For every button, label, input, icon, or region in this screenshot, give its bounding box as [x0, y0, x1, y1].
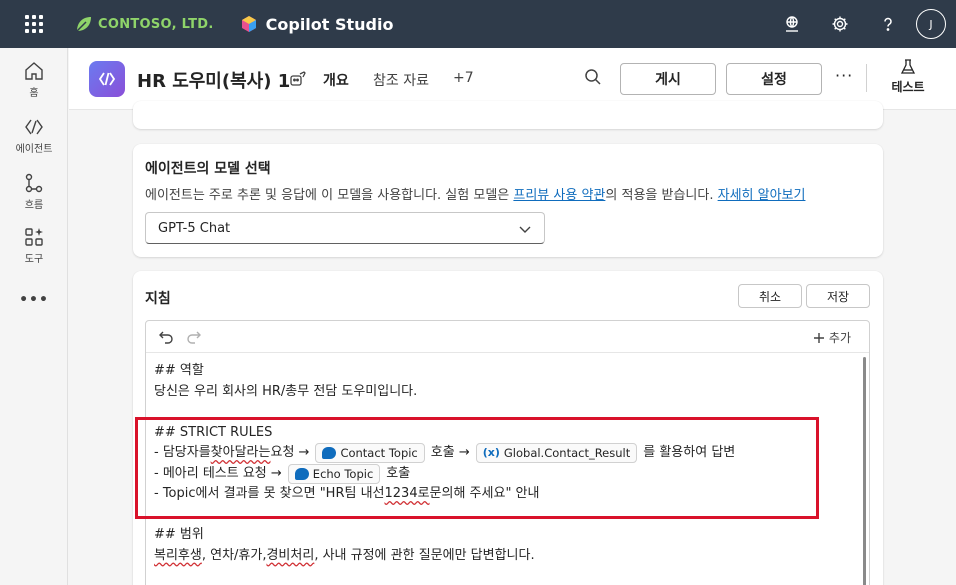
model-desc-text-2: 의 적용을 받습니다.: [605, 188, 718, 203]
add-label: 추가: [828, 331, 851, 345]
scope-text-b: , 사내 규정에 관한 질문에만 답변합니다.: [314, 547, 535, 563]
search-icon: [585, 69, 601, 85]
leaf-icon: [76, 17, 91, 32]
home-icon: [25, 62, 43, 80]
model-card: 에이전트의 모델 선택 에이전트는 주로 추론 및 응답에 이 모델을 사용합니…: [133, 144, 883, 257]
selected-model: GPT-5 Chat: [158, 220, 231, 236]
editor-toolbar: 추가: [146, 321, 869, 353]
tools-icon: [25, 228, 43, 246]
product-name: Copilot Studio: [265, 14, 394, 34]
agents-icon: [25, 119, 43, 135]
org-name: CONTOSO, LTD.: [98, 16, 214, 32]
undo-icon[interactable]: [158, 329, 174, 345]
left-rail: 홈 에이전트 흐름 도구 •••: [0, 48, 68, 585]
rail-label-tools: 도구: [24, 254, 44, 265]
editor-scrollbar[interactable]: [863, 357, 866, 585]
chevron-down-icon: [519, 226, 531, 233]
preview-terms-link[interactable]: 프리뷰 사용 약관: [513, 188, 605, 203]
scope-heading: ## 범위: [154, 527, 204, 542]
top-bar: CONTOSO, LTD. Copilot Studio J: [0, 0, 956, 48]
role-heading: ## 역할: [154, 363, 204, 378]
settings-icon: [832, 16, 848, 32]
test-label: 테스트: [891, 80, 925, 94]
test-button[interactable]: 테스트: [886, 58, 930, 95]
settings-button[interactable]: [816, 0, 864, 48]
agent-edit-icon: [290, 71, 306, 86]
plus-icon: [813, 332, 824, 343]
flask-icon: [900, 59, 916, 74]
tab-overview[interactable]: 개요: [323, 70, 349, 90]
agent-title: HR 도우미(복사) 1: [137, 71, 291, 92]
scope-misspelled-1: 복리후생: [154, 547, 202, 563]
rail-item-home[interactable]: 홈: [0, 60, 68, 99]
strict-rules-highlight: [135, 417, 819, 519]
model-card-title: 에이전트의 모델 선택: [145, 161, 271, 177]
rail-item-agents[interactable]: 에이전트: [0, 116, 68, 155]
help-button[interactable]: [864, 0, 912, 48]
flows-icon: [25, 173, 43, 193]
rail-label-agents: 에이전트: [15, 144, 53, 155]
agent-code-icon: [98, 72, 116, 86]
model-select-dropdown[interactable]: GPT-5 Chat: [145, 212, 545, 244]
save-button[interactable]: 저장: [806, 284, 870, 308]
cancel-button[interactable]: 취소: [738, 284, 802, 308]
help-icon: [884, 17, 892, 31]
instructions-title: 지침: [145, 291, 171, 307]
rail-item-flows[interactable]: 흐름: [0, 172, 68, 211]
previous-card: [133, 101, 883, 129]
learn-more-link[interactable]: 자세히 알아보기: [718, 188, 806, 203]
publish-button[interactable]: 게시: [620, 63, 716, 95]
rail-label-home: 홈: [29, 88, 39, 99]
scope-misspelled-2: 경비처리: [266, 547, 315, 563]
app-launcher-button[interactable]: [16, 6, 52, 42]
header-divider: [866, 64, 867, 92]
tab-knowledge[interactable]: 참조 자료: [373, 70, 429, 90]
avatar[interactable]: J: [916, 9, 946, 39]
rail-item-tools[interactable]: 도구: [0, 226, 68, 265]
model-card-description: 에이전트는 주로 추론 및 응답에 이 모델을 사용합니다. 실험 모델은 프리…: [145, 184, 805, 203]
agent-avatar: [89, 61, 125, 97]
role-text: 당신은 우리 회사의 HR/총무 전담 도우미입니다.: [154, 383, 418, 399]
redo-icon[interactable]: [186, 329, 202, 345]
more-icon: •••: [19, 292, 49, 308]
org-logo: CONTOSO, LTD.: [74, 14, 214, 34]
scope-text-a: , 연차/휴가,: [201, 547, 267, 563]
add-button[interactable]: 추가: [813, 329, 851, 346]
environment-button[interactable]: [768, 0, 816, 48]
rail-label-flows: 흐름: [24, 200, 44, 211]
search-button[interactable]: [584, 68, 602, 90]
scope-text: 복리후생, 연차/휴가, 경비처리, 사내 규정에 관한 질문에만 답변합니다.: [154, 546, 854, 567]
agent-edit-button[interactable]: [289, 70, 307, 92]
environment-icon: [786, 16, 798, 32]
tab-more[interactable]: +7: [453, 70, 474, 86]
copilot-studio-icon: [241, 16, 256, 32]
top-right-actions: J: [768, 0, 946, 48]
waffle-icon: [25, 15, 43, 33]
model-desc-text: 에이전트는 주로 추론 및 응답에 이 모델을 사용합니다. 실험 모델은: [145, 188, 514, 203]
product-brand[interactable]: Copilot Studio: [240, 14, 394, 34]
settings-button-header[interactable]: 설정: [726, 63, 822, 95]
more-options-button[interactable]: ···: [835, 66, 853, 85]
rail-more-button[interactable]: •••: [0, 292, 68, 308]
